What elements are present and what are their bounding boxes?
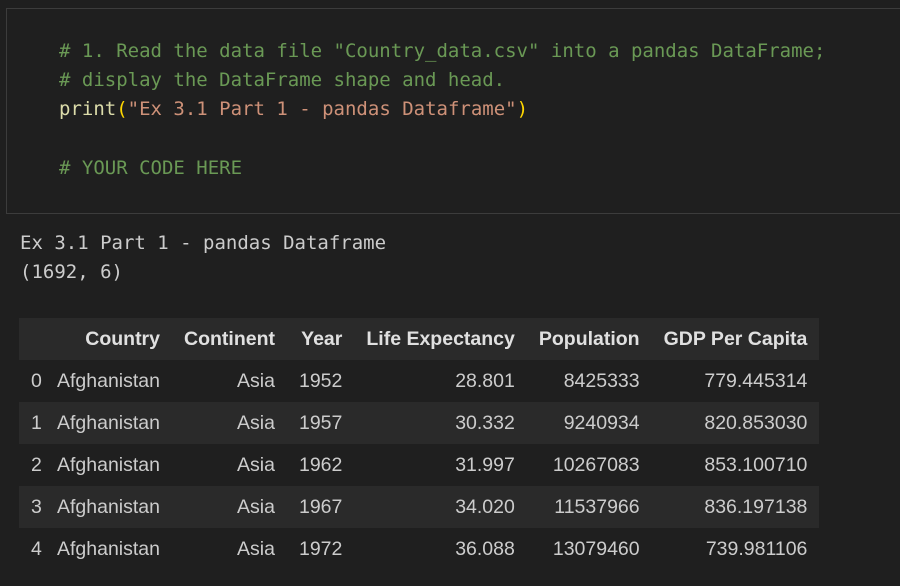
cell-life-expectancy: 30.332 [455,411,515,434]
table-row: 3 Afghanistan Asia 1967 34.020 11537966 … [19,486,820,528]
cell-gdp-per-capita: 820.853030 [704,411,808,434]
cell-gdp-per-capita: 779.445314 [704,369,808,392]
table-header-row: Country Continent Year Life Expectancy P… [19,318,820,360]
cell-life-expectancy: 28.801 [455,369,515,392]
close-paren: ) [516,98,529,120]
table-row: 2 Afghanistan Asia 1962 31.997 10267083 … [19,444,820,486]
cell-continent: Asia [237,495,275,518]
code-comment-line: # 1. Read the data file "Country_data.cs… [59,40,826,62]
column-header-life-expectancy: Life Expectancy [354,318,527,360]
cell-population: 10267083 [552,453,640,476]
code-comment-line: # display the DataFrame shape and head. [59,69,506,91]
cell-year: 1957 [298,411,343,434]
column-header-continent: Continent [172,318,287,360]
row-index: 1 [31,411,42,434]
index-header [19,318,57,360]
cell-continent: Asia [237,537,275,560]
cell-continent: Asia [237,453,275,476]
cell-life-expectancy: 36.088 [455,537,515,560]
cell-life-expectancy: 34.020 [455,495,515,518]
row-index: 4 [31,537,42,560]
cell-gdp-per-capita: 853.100710 [704,453,808,476]
cell-continent: Asia [237,411,275,434]
cell-population: 13079460 [552,537,640,560]
code-comment-line: # YOUR CODE HERE [59,157,243,179]
cell-population: 9240934 [563,411,640,434]
table-row: 4 Afghanistan Asia 1972 36.088 13079460 … [19,528,820,570]
cell-gdp-per-capita: 739.981106 [705,537,808,560]
table-row: 1 Afghanistan Asia 1957 30.332 9240934 8… [19,402,820,444]
column-header-population: Population [526,318,652,360]
cell-continent: Asia [237,369,275,392]
row-index: 3 [31,495,42,518]
column-header-gdp-per-capita: GDP Per Capita [651,318,820,360]
output-line: Ex 3.1 Part 1 - pandas Dataframe [20,232,387,254]
cell-life-expectancy: 31.997 [455,453,515,476]
cell-year: 1967 [298,495,343,518]
cell-year: 1962 [298,453,343,476]
cell-country: Afghanistan [57,369,160,392]
cell-year: 1972 [298,537,343,560]
row-index: 0 [31,369,42,392]
cell-gdp-per-capita: 836.197138 [704,495,808,518]
dataframe-table: Country Continent Year Life Expectancy P… [19,318,820,570]
cell-country: Afghanistan [57,537,160,560]
column-header-country: Country [57,318,172,360]
table-row: 0 Afghanistan Asia 1952 28.801 8425333 7… [19,360,820,402]
print-function: print [59,98,117,120]
open-paren: ( [116,98,128,120]
print-string: "Ex 3.1 Part 1 - pandas Dataframe" [127,98,517,120]
cell-population: 11537966 [554,495,640,518]
column-header-year: Year [286,318,355,360]
code-print-line: print("Ex 3.1 Part 1 - pandas Dataframe"… [59,94,528,124]
cell-country: Afghanistan [57,495,160,518]
output-shape: (1692, 6) [20,261,123,283]
cell-population: 8425333 [563,369,640,392]
code-cell[interactable]: # 1. Read the data file "Country_data.cs… [6,8,900,214]
cell-country: Afghanistan [57,411,160,434]
cell-year: 1952 [298,369,343,392]
row-index: 2 [31,453,42,476]
cell-country: Afghanistan [57,453,160,476]
cell-output: Ex 3.1 Part 1 - pandas Dataframe (1692, 6… [20,229,386,287]
